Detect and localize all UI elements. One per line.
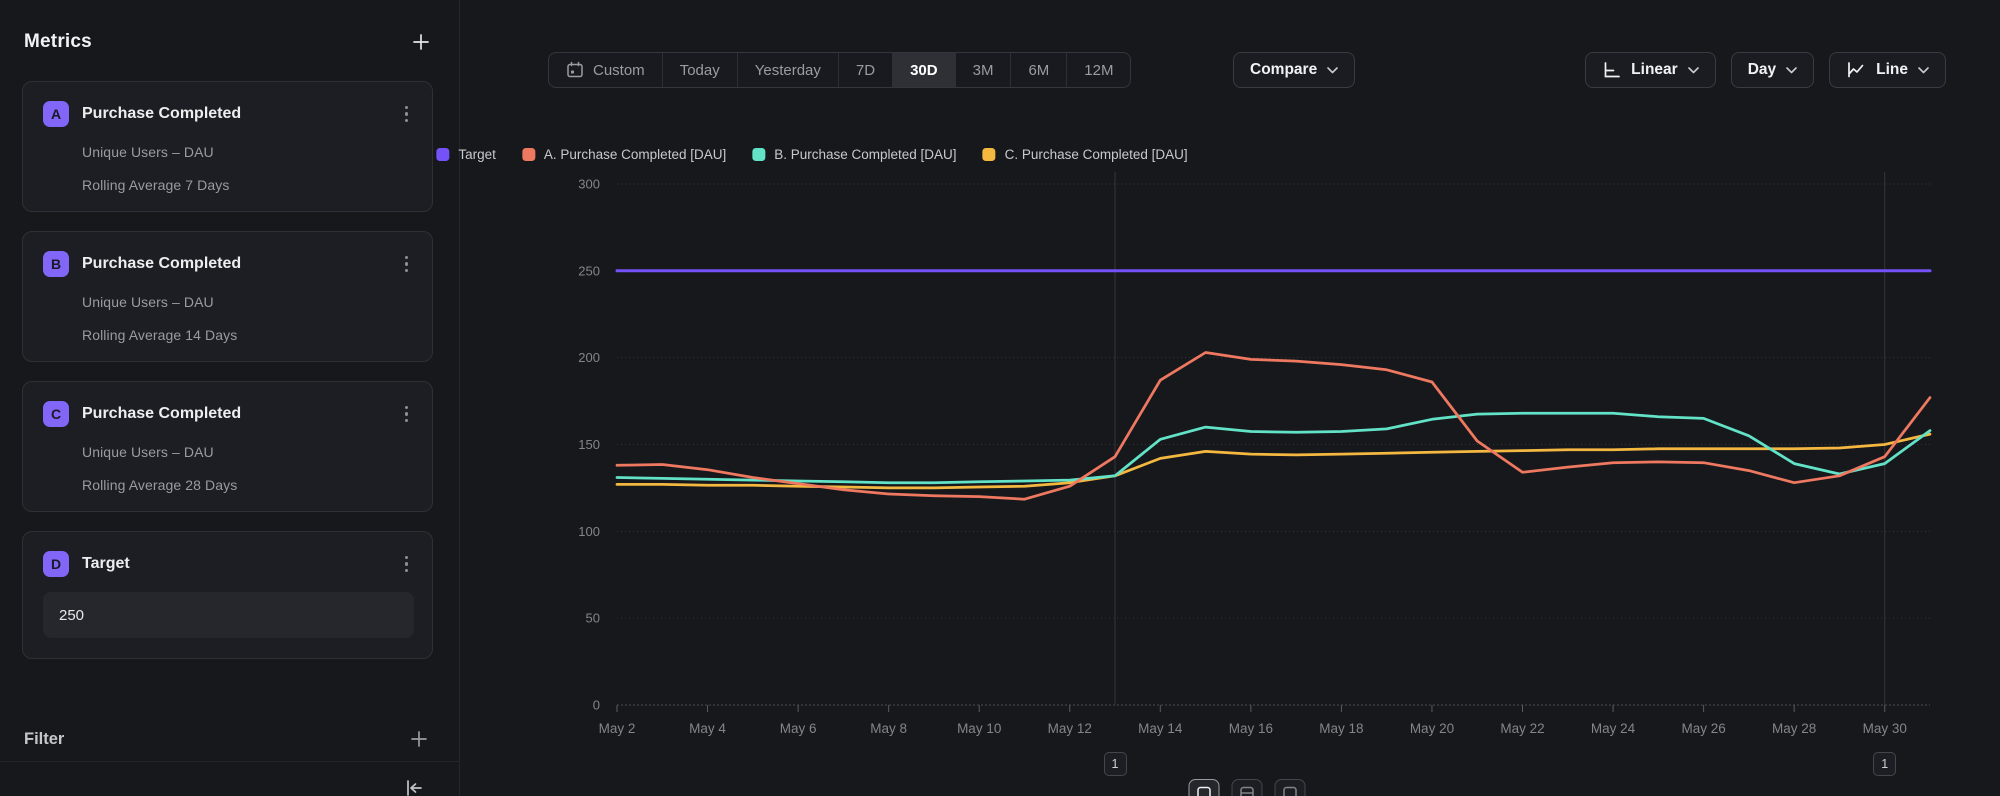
y-axis-label: 0 <box>593 698 600 713</box>
view-split-button[interactable] <box>1232 779 1263 796</box>
x-axis-label: May 30 <box>1863 721 1907 736</box>
y-axis-label: 250 <box>578 263 600 278</box>
annotation-badge[interactable]: 1 <box>1104 752 1127 776</box>
y-axis-label: 200 <box>578 350 600 365</box>
x-axis-label: May 4 <box>689 721 726 736</box>
annotation-badge[interactable]: 1 <box>1873 752 1896 776</box>
y-axis-label: 100 <box>578 524 600 539</box>
view-table-button[interactable] <box>1275 779 1306 796</box>
split-view-icon <box>1240 786 1255 796</box>
chart-view-icon <box>1197 786 1212 796</box>
view-chart-button[interactable] <box>1189 779 1220 796</box>
x-axis-label: May 10 <box>957 721 1001 736</box>
x-axis-label: May 24 <box>1591 721 1636 736</box>
x-axis-label: May 2 <box>599 721 636 736</box>
x-axis-label: May 28 <box>1772 721 1816 736</box>
x-axis-label: May 6 <box>780 721 817 736</box>
chart-view-toggle <box>1189 779 1306 796</box>
x-axis-label: May 12 <box>1048 721 1092 736</box>
x-axis-label: May 20 <box>1410 721 1454 736</box>
x-axis-label: May 22 <box>1500 721 1544 736</box>
x-axis-label: May 18 <box>1319 721 1363 736</box>
y-axis-label: 50 <box>586 611 600 626</box>
x-axis-label: May 26 <box>1681 721 1725 736</box>
line-chart[interactable]: 0 50 100 150 200 250 300 May 2 May 4 May 6 May 8 Ma… <box>0 0 2000 796</box>
y-axis-label: 300 <box>578 177 600 192</box>
y-axis-label: 150 <box>578 437 600 452</box>
x-axis-label: May 14 <box>1138 721 1183 736</box>
x-axis-label: May 16 <box>1229 721 1273 736</box>
table-view-icon <box>1283 786 1298 796</box>
series-line-c <box>617 434 1930 488</box>
x-axis-label: May 8 <box>870 721 907 736</box>
series-line-a <box>617 353 1930 500</box>
